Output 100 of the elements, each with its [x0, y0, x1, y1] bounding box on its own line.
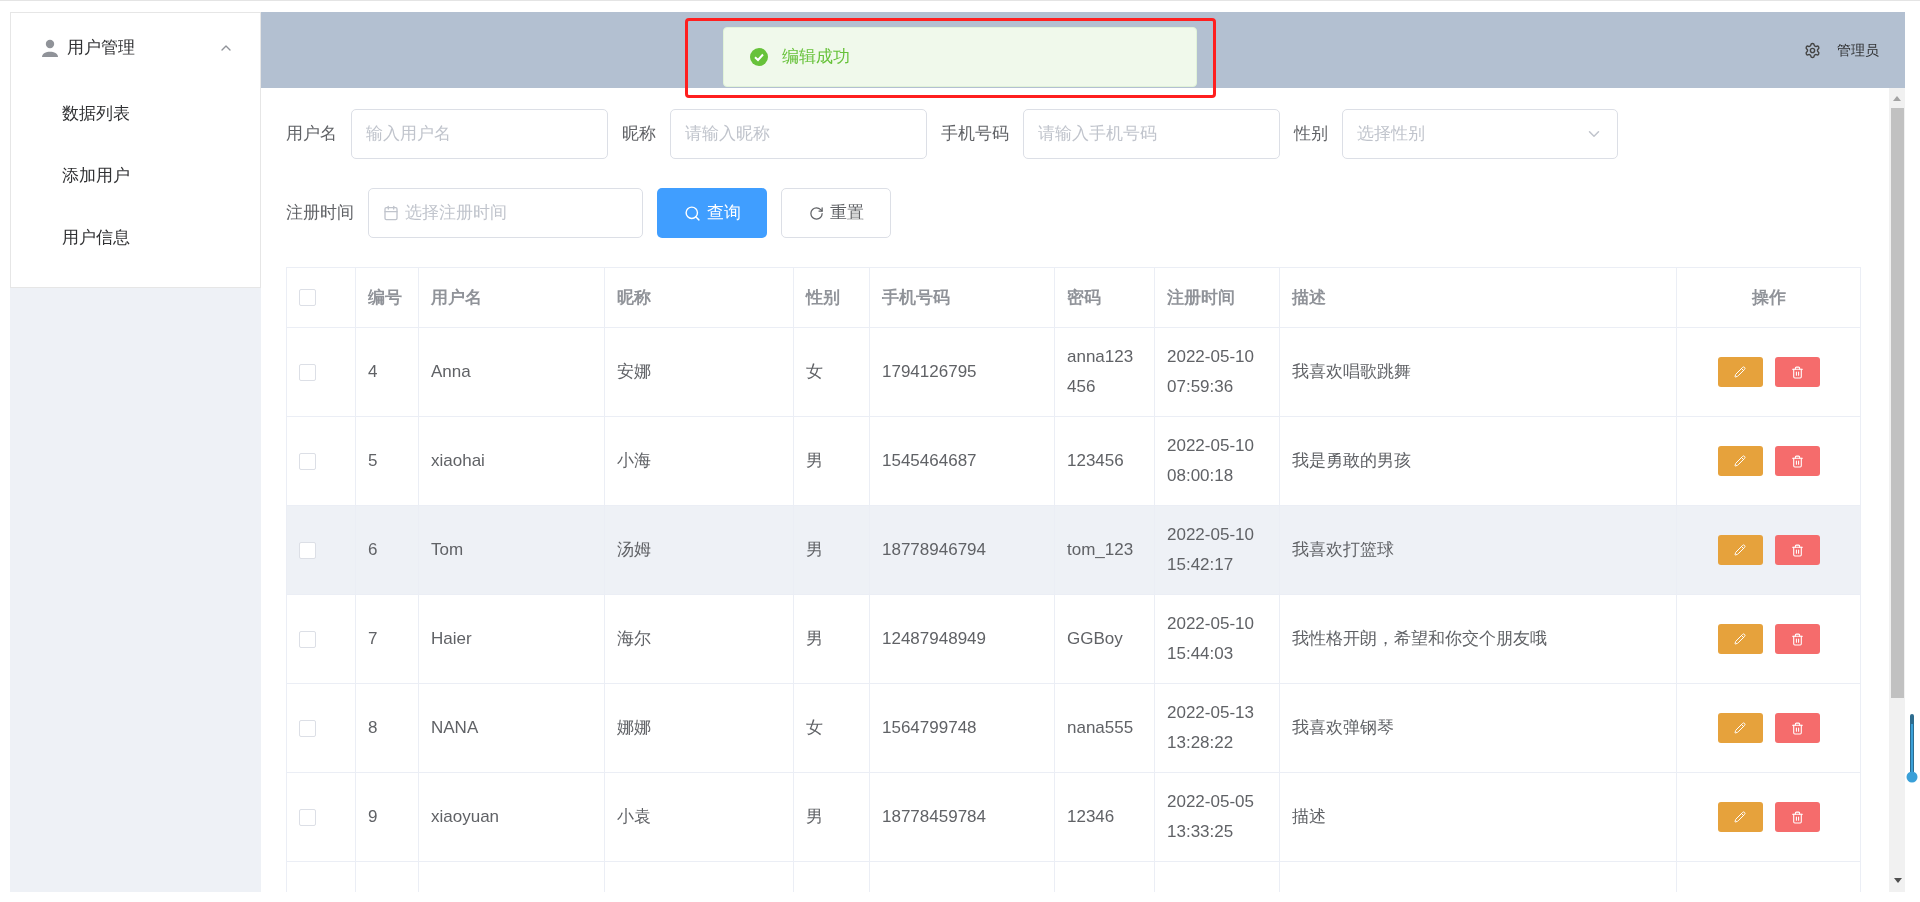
table-cell-text: Haier: [431, 628, 472, 650]
field-label: 用户名: [286, 123, 337, 146]
checkbox[interactable]: [299, 363, 316, 381]
table-cell-text: 安娜: [617, 361, 651, 383]
edit-button[interactable]: [1717, 446, 1763, 476]
placeholder-text: 选择注册时间: [405, 202, 508, 225]
trash-icon: [1790, 454, 1804, 468]
trash-icon: [1790, 632, 1804, 646]
table-cell-text: 2022-05-10 08:00:18: [1167, 435, 1255, 487]
delete-button[interactable]: [1774, 357, 1820, 387]
column-header: 注册时间: [1167, 286, 1235, 309]
delete-button[interactable]: [1774, 802, 1820, 832]
table-cell-text: 我喜欢打篮球: [1292, 539, 1394, 561]
table-cell-text: 123456: [1067, 450, 1124, 472]
pencil-icon: [1734, 366, 1746, 378]
field-label: 昵称: [622, 123, 656, 146]
column-header: 密码: [1067, 286, 1101, 309]
column-header: 用户名: [431, 286, 482, 309]
menu-title[interactable]: 用户管理: [11, 13, 260, 83]
delete-button[interactable]: [1774, 624, 1820, 654]
edit-button[interactable]: [1717, 713, 1763, 743]
settings-icon[interactable]: [1804, 41, 1821, 59]
table-cell-text: 我喜欢唱歌跳舞: [1292, 361, 1411, 383]
table-cell-text: 2022-05-10 15:42:17: [1167, 524, 1255, 576]
checkbox[interactable]: [299, 541, 316, 559]
table-cell-text: 18778946794: [882, 539, 986, 561]
table-cell-text: xiaoyuan: [431, 806, 500, 828]
table-cell-text: 小海: [617, 450, 651, 472]
trash-icon: [1790, 721, 1804, 735]
field-label: 手机号码: [941, 123, 1009, 146]
checkbox[interactable]: [299, 630, 316, 648]
placeholder-text: 选择性别: [1357, 123, 1426, 146]
placeholder-text: 请输入昵称: [685, 123, 771, 146]
table-cell-text: 男: [806, 539, 823, 561]
trash-icon: [1790, 365, 1804, 379]
checkbox[interactable]: [299, 452, 316, 470]
trash-icon: [1790, 543, 1804, 557]
edit-button[interactable]: [1717, 802, 1763, 832]
table-cell-text: 5: [368, 450, 378, 472]
placeholder-text: 请输入手机号码: [1038, 123, 1158, 146]
reset-button[interactable]: 重置: [781, 188, 891, 238]
pencil-icon: [1734, 455, 1746, 467]
column-header: 编号: [368, 286, 402, 309]
column-header: 描述: [1292, 286, 1326, 309]
column-header: 昵称: [617, 286, 651, 309]
table-cell-text: 小袁: [617, 806, 651, 828]
table-cell-text: 6: [368, 539, 378, 561]
scroll-down-icon[interactable]: [1893, 875, 1903, 885]
thermometer-icon: [1906, 714, 1918, 784]
table-cell-text: 18778459784: [882, 806, 986, 828]
menu-item[interactable]: 数据列表: [11, 83, 260, 145]
search-icon: [683, 204, 701, 222]
delete-button[interactable]: [1774, 713, 1820, 743]
scrollbar[interactable]: [1889, 88, 1905, 892]
menu-item[interactable]: 用户信息: [11, 207, 260, 269]
table-cell-text: 4: [368, 361, 378, 383]
table-cell-text: anna123456: [1067, 346, 1135, 398]
table-cell-text: 汤姆: [617, 539, 651, 561]
table-cell-text: 海尔: [617, 628, 651, 650]
table-cell-text: 我喜欢弹钢琴: [1292, 717, 1394, 739]
table-cell-text: 我是勇敢的男孩: [1292, 450, 1411, 472]
table-cell-text: tom_123: [1067, 539, 1134, 561]
edit-button[interactable]: [1717, 535, 1763, 565]
edit-button[interactable]: [1717, 357, 1763, 387]
calendar-icon: [383, 205, 399, 221]
table-cell-text: 男: [806, 628, 823, 650]
table-cell-text: 描述: [1292, 806, 1326, 828]
table-cell-text: 1794126795: [882, 361, 977, 383]
table-cell-text: 男: [806, 450, 823, 472]
table-cell-text: GGBoy: [1067, 628, 1123, 650]
edit-button[interactable]: [1717, 624, 1763, 654]
column-header: 手机号码: [882, 286, 950, 309]
table-cell-text: 8: [368, 717, 378, 739]
table-cell-text: 女: [806, 361, 823, 383]
checkbox[interactable]: [299, 808, 316, 826]
table-cell-text: 我性格开朗，希望和你交个朋友哦: [1292, 628, 1547, 650]
table-cell-text: 2022-05-10 15:44:03: [1167, 613, 1255, 665]
table-cell-text: xiaohai: [431, 450, 485, 472]
table-cell-text: 1564799748: [882, 717, 977, 739]
table-cell-text: 2022-05-10 07:59:36: [1167, 346, 1255, 398]
toast-message: 编辑成功: [782, 46, 850, 69]
pencil-icon: [1734, 633, 1746, 645]
checkbox[interactable]: [299, 719, 316, 737]
table-cell-text: Anna: [431, 361, 471, 383]
menu-item[interactable]: 添加用户: [11, 145, 260, 207]
delete-button[interactable]: [1774, 446, 1820, 476]
user-name[interactable]: 管理员: [1837, 39, 1879, 61]
delete-button[interactable]: [1774, 535, 1820, 565]
pencil-icon: [1734, 722, 1746, 734]
refresh-icon: [808, 205, 824, 221]
table-cell-text: 娜娜: [617, 717, 651, 739]
field-label: 注册时间: [286, 202, 354, 225]
trash-icon: [1790, 810, 1804, 824]
check-circle-icon: [750, 48, 768, 66]
user-icon: [41, 39, 59, 57]
column-header: 操作: [1751, 286, 1786, 309]
table-cell-text: 2022-05-05 13:33:25: [1167, 791, 1255, 843]
scrollbar-thumb[interactable]: [1890, 108, 1904, 698]
table-cell-text: NANA: [431, 717, 479, 739]
checkbox[interactable]: [299, 289, 316, 306]
